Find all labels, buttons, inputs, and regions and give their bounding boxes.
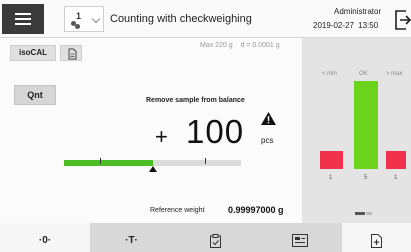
method-selector-button[interactable]: 1 (64, 6, 104, 32)
menu-icon-line (15, 23, 31, 25)
value-sign: + (155, 124, 168, 149)
balance-capacity-info: Max 220 g d = 0.0001 g (200, 42, 280, 49)
date-text: 2019-02-27 (313, 21, 354, 30)
page-indicator-active[interactable] (355, 212, 365, 215)
qnt-button[interactable]: Qnt (14, 85, 56, 105)
graph-count-under: 1 (329, 175, 333, 181)
reference-weight-label: Reference weight (150, 207, 205, 214)
weight-unit: pcs (261, 136, 274, 145)
menu-icon-line (15, 13, 31, 15)
page-indicator[interactable] (366, 212, 372, 215)
app-screen: 1 Counting with checkweighing Administra… (0, 0, 411, 252)
tolerance-tick (100, 158, 101, 164)
checkweighing-graph: < min OK > max 1 5 1 (302, 38, 411, 223)
add-document-icon (371, 234, 382, 248)
menu-button[interactable] (2, 4, 44, 34)
weighing-progress-fill (64, 160, 153, 166)
datetime: 2019-02-27 13:50 (313, 21, 378, 30)
instruction-text: Remove sample from balance (146, 97, 245, 104)
document-button[interactable] (60, 45, 82, 61)
graph-count-over: 1 (394, 175, 398, 181)
weight-value: 100 (186, 113, 245, 150)
graph-bar-under (320, 151, 343, 169)
graph-bar-ok (354, 81, 378, 169)
document-icon (68, 48, 77, 60)
app-title: Counting with checkweighing (110, 13, 252, 25)
pieces-icon (75, 24, 80, 29)
tolerance-tick (205, 158, 206, 164)
menu-icon-line (15, 18, 31, 20)
graph-label-under: < min (322, 71, 337, 77)
graph-bar-over (386, 151, 406, 169)
tare-button[interactable]: ·T· (90, 223, 173, 252)
reference-weight-value: 0.99997000 g (228, 205, 284, 215)
clipboard-button[interactable] (173, 223, 258, 252)
add-result-button[interactable] (342, 223, 411, 252)
isocal-button[interactable]: isoCAL (10, 45, 56, 61)
graph-count-ok: 5 (364, 175, 368, 181)
time-text: 13:50 (358, 21, 379, 30)
method-number: 1 (76, 11, 82, 21)
print-label-button[interactable] (258, 223, 342, 252)
logout-icon (395, 10, 411, 30)
label-printer-icon (292, 234, 308, 247)
graph-label-ok: OK (359, 71, 368, 77)
bottom-toolbar: ·0· ·T· (0, 223, 411, 252)
header-bar: 1 Counting with checkweighing Administra… (0, 0, 411, 38)
chevron-down-icon (91, 14, 101, 24)
clipboard-icon (210, 234, 221, 248)
logout-button[interactable] (392, 8, 411, 32)
warning-icon (260, 111, 277, 126)
target-pointer-icon (148, 166, 157, 172)
weighing-area (0, 38, 302, 223)
user-name: Administrator (334, 7, 382, 16)
graph-label-over: > max (386, 71, 403, 77)
zero-button[interactable]: ·0· (0, 223, 90, 252)
